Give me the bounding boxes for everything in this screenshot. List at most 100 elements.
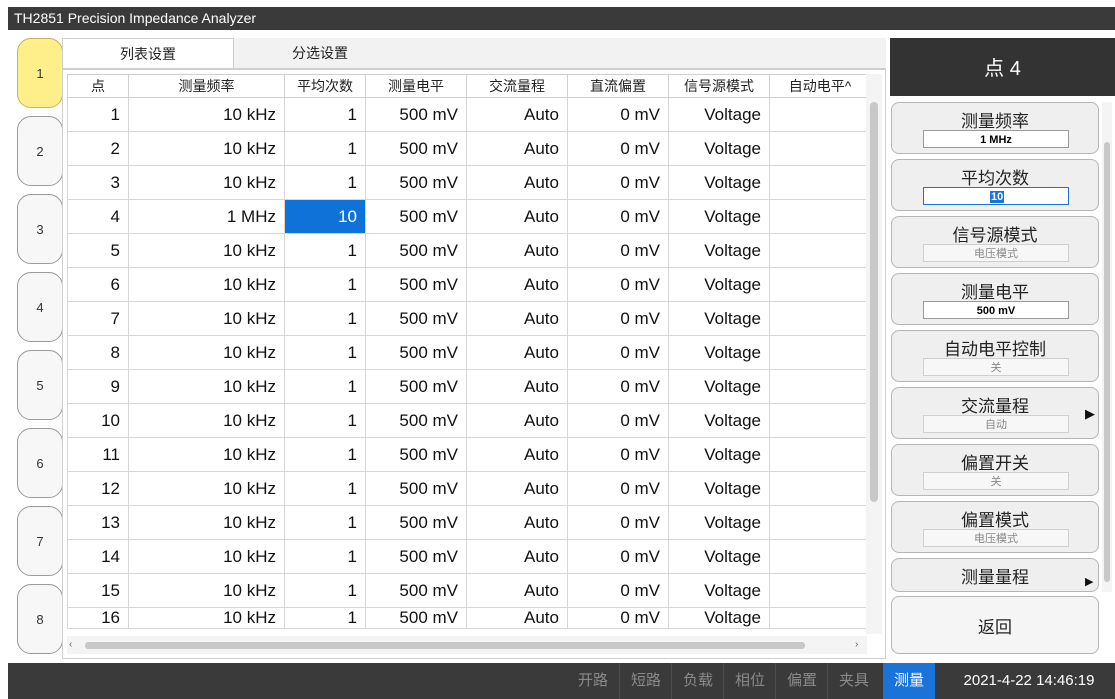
col-header-ac-range[interactable]: 交流量程 — [466, 74, 568, 98]
table-cell[interactable]: 0 mV — [567, 437, 669, 472]
table-cell[interactable]: 1 — [284, 301, 366, 336]
table-cell[interactable]: 1 — [284, 573, 366, 608]
table-cell[interactable]: 0 mV — [567, 233, 669, 268]
table-cell[interactable]: 1 MHz — [128, 199, 285, 234]
table-cell[interactable]: 1 — [284, 267, 366, 302]
table-cell[interactable]: 500 mV — [365, 131, 467, 166]
table-cell[interactable]: 7 — [67, 301, 129, 336]
col-header-dc-bias[interactable]: 直流偏置 — [567, 74, 669, 98]
table-cell[interactable]: 10 kHz — [128, 369, 285, 404]
table-row[interactable]: 11 10 kHz 1 500 mV Auto 0 mV Voltage — [67, 437, 871, 472]
table-cell[interactable] — [769, 573, 871, 608]
frequency-button[interactable]: 测量频率 1 MHz — [891, 102, 1099, 154]
side-button-3[interactable]: 3 — [17, 194, 63, 264]
table-cell[interactable]: 1 — [284, 131, 366, 166]
bias-mode-button[interactable]: 偏置模式 电压模式 — [891, 501, 1099, 553]
table-cell[interactable]: 0 mV — [567, 607, 669, 629]
scroll-thumb[interactable] — [1104, 142, 1110, 582]
table-cell[interactable]: Auto — [466, 199, 568, 234]
table-horizontal-scrollbar[interactable]: ‹ › — [67, 636, 867, 654]
table-cell[interactable]: 500 mV — [365, 165, 467, 200]
col-header-point[interactable]: 点 — [67, 74, 129, 98]
table-cell[interactable] — [769, 301, 871, 336]
frequency-field[interactable]: 1 MHz — [923, 130, 1069, 148]
table-cell[interactable]: 10 kHz — [128, 573, 285, 608]
table-cell[interactable]: 0 mV — [567, 97, 669, 132]
table-cell[interactable]: 1 — [284, 97, 366, 132]
table-cell[interactable] — [769, 471, 871, 506]
measure-range-button[interactable]: 测量量程 ▶ — [891, 558, 1099, 592]
table-cell[interactable] — [769, 607, 871, 629]
table-cell[interactable]: Voltage — [668, 369, 770, 404]
table-cell[interactable]: 14 — [67, 539, 129, 574]
table-cell[interactable]: 16 — [67, 607, 129, 629]
table-cell[interactable]: 8 — [67, 335, 129, 370]
table-cell[interactable]: Voltage — [668, 335, 770, 370]
table-cell[interactable]: Voltage — [668, 505, 770, 540]
table-cell[interactable]: Auto — [466, 335, 568, 370]
table-cell[interactable]: 13 — [67, 505, 129, 540]
table-cell[interactable]: Auto — [466, 267, 568, 302]
table-cell[interactable]: 12 — [67, 471, 129, 506]
table-cell[interactable]: Voltage — [668, 267, 770, 302]
table-cell[interactable]: 1 — [284, 505, 366, 540]
table-cell[interactable]: Auto — [466, 539, 568, 574]
table-cell[interactable]: Voltage — [668, 301, 770, 336]
table-cell[interactable]: Auto — [466, 505, 568, 540]
table-cell[interactable]: Voltage — [668, 199, 770, 234]
side-button-2[interactable]: 2 — [17, 116, 63, 186]
table-cell[interactable]: Voltage — [668, 607, 770, 629]
table-cell[interactable]: 0 mV — [567, 471, 669, 506]
table-cell[interactable]: 500 mV — [365, 267, 467, 302]
table-row[interactable]: 10 10 kHz 1 500 mV Auto 0 mV Voltage — [67, 403, 871, 438]
average-button[interactable]: 平均次数 10 — [891, 159, 1099, 211]
table-cell[interactable]: Auto — [466, 131, 568, 166]
table-cell[interactable]: 10 kHz — [128, 471, 285, 506]
table-cell[interactable]: Voltage — [668, 131, 770, 166]
col-header-average[interactable]: 平均次数 — [284, 74, 366, 98]
source-mode-button[interactable]: 信号源模式 电压模式 — [891, 216, 1099, 268]
table-row[interactable]: 13 10 kHz 1 500 mV Auto 0 mV Voltage — [67, 505, 871, 540]
table-cell[interactable]: 500 mV — [365, 335, 467, 370]
chevron-right-icon[interactable]: › — [855, 639, 858, 650]
table-cell[interactable]: 10 — [67, 403, 129, 438]
table-cell[interactable]: Voltage — [668, 539, 770, 574]
table-cell[interactable]: 0 mV — [567, 165, 669, 200]
table-cell[interactable]: Voltage — [668, 437, 770, 472]
table-cell[interactable]: 1 — [284, 335, 366, 370]
table-cell[interactable]: Voltage — [668, 403, 770, 438]
table-cell[interactable]: 10 kHz — [128, 131, 285, 166]
table-cell[interactable]: 500 mV — [365, 97, 467, 132]
side-button-1[interactable]: 1 — [17, 38, 63, 108]
table-cell[interactable]: 10 kHz — [128, 97, 285, 132]
tab-list-settings[interactable]: 列表设置 — [62, 38, 234, 68]
table-cell[interactable]: Voltage — [668, 233, 770, 268]
table-cell[interactable] — [769, 233, 871, 268]
table-cell[interactable]: 1 — [284, 233, 366, 268]
table-row[interactable]: 6 10 kHz 1 500 mV Auto 0 mV Voltage — [67, 267, 871, 302]
ac-range-button[interactable]: 交流量程 自动 ▶ — [891, 387, 1099, 439]
table-cell[interactable]: 4 — [67, 199, 129, 234]
scroll-thumb[interactable] — [85, 642, 805, 649]
table-cell[interactable]: 10 kHz — [128, 335, 285, 370]
table-cell[interactable]: 0 mV — [567, 131, 669, 166]
table-cell[interactable]: 500 mV — [365, 199, 467, 234]
table-row[interactable]: 5 10 kHz 1 500 mV Auto 0 mV Voltage — [67, 233, 871, 268]
table-cell[interactable]: 10 kHz — [128, 505, 285, 540]
table-row[interactable]: 1 10 kHz 1 500 mV Auto 0 mV Voltage — [67, 97, 871, 132]
table-row[interactable]: 9 10 kHz 1 500 mV Auto 0 mV Voltage — [67, 369, 871, 404]
table-cell[interactable]: 1 — [67, 97, 129, 132]
table-vertical-scrollbar[interactable] — [866, 74, 882, 634]
table-cell[interactable]: Voltage — [668, 165, 770, 200]
table-cell[interactable]: 1 — [284, 471, 366, 506]
table-cell[interactable]: 500 mV — [365, 539, 467, 574]
table-cell[interactable] — [769, 335, 871, 370]
table-cell[interactable] — [769, 97, 871, 132]
bias-switch-button[interactable]: 偏置开关 关 — [891, 444, 1099, 496]
table-cell[interactable]: 0 mV — [567, 505, 669, 540]
table-cell[interactable]: 500 mV — [365, 573, 467, 608]
table-cell[interactable]: 10 kHz — [128, 607, 285, 629]
table-cell[interactable]: 11 — [67, 437, 129, 472]
table-cell[interactable]: 10 kHz — [128, 539, 285, 574]
table-cell[interactable]: Auto — [466, 403, 568, 438]
